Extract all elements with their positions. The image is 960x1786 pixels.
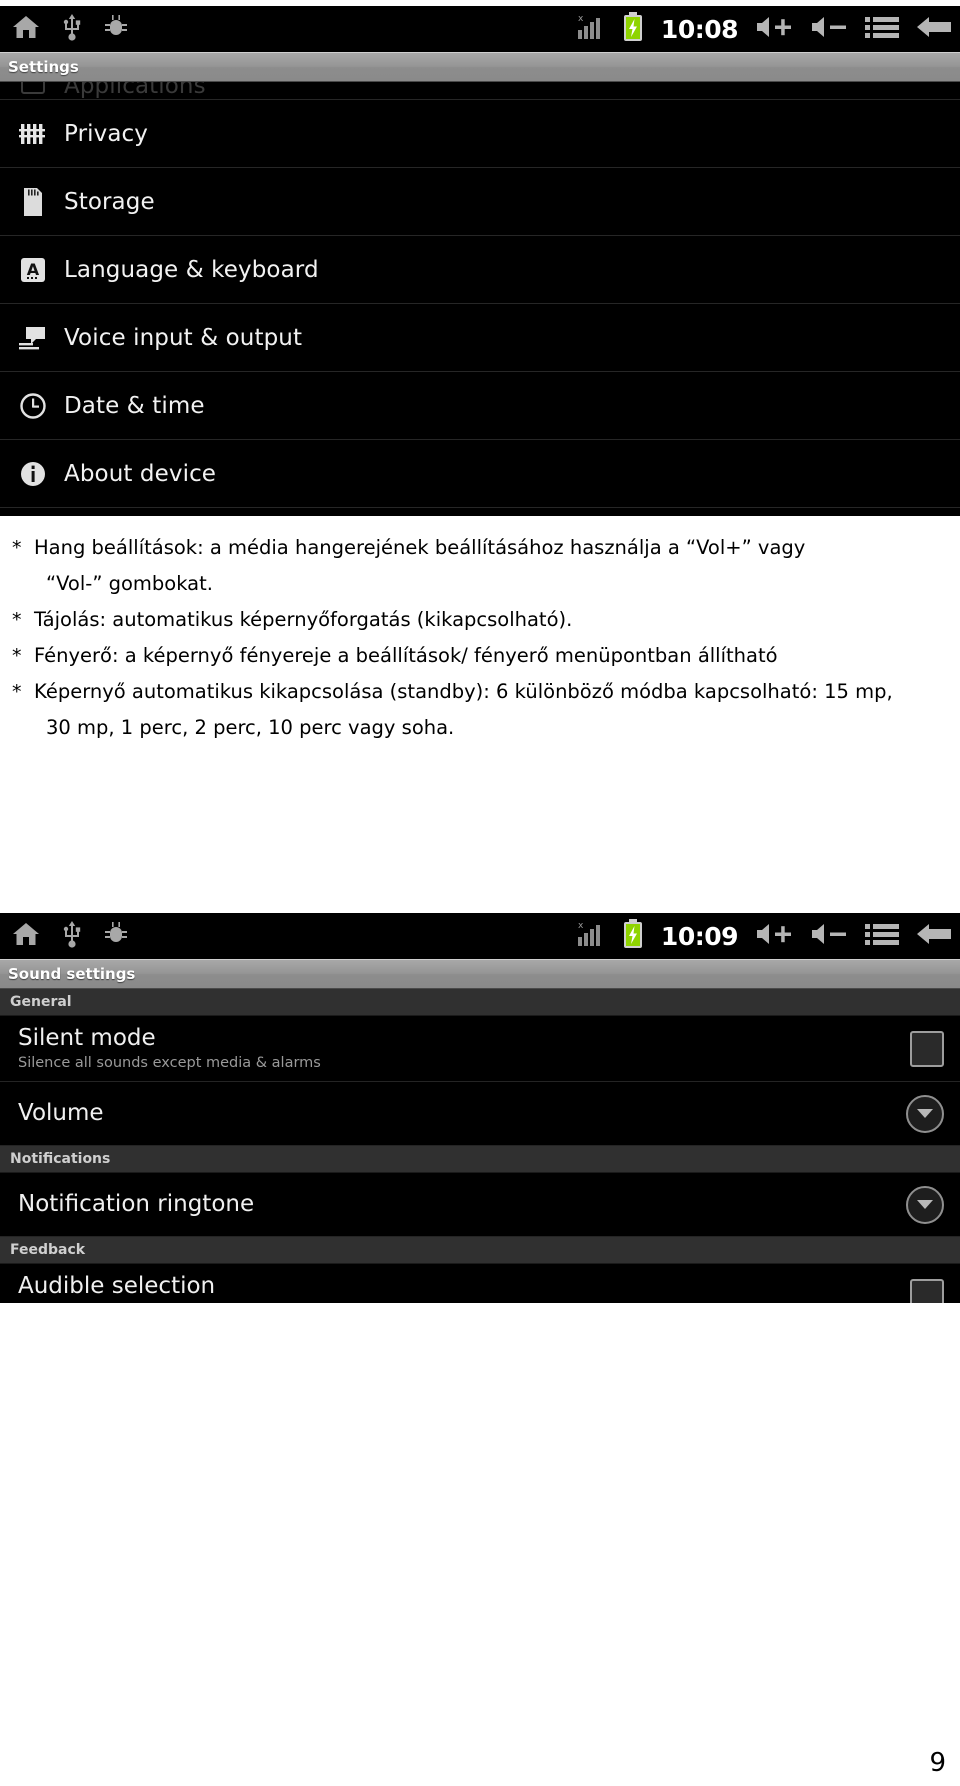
bullet-mark: * <box>12 681 22 703</box>
pref-row-volume[interactable]: Volume <box>0 1082 960 1146</box>
pref-text: Silent mode Silence all sounds except me… <box>18 1026 321 1071</box>
volume-down-icon[interactable] <box>810 921 848 952</box>
bullet-item: * Fényerő: a képernyő fényereje a beállí… <box>0 638 960 674</box>
settings-row-label: Privacy <box>64 120 148 147</box>
usb-icon[interactable] <box>62 13 82 46</box>
bullet-mark: * <box>12 537 22 559</box>
settings-row-label: About device <box>64 460 217 487</box>
svg-text:x: x <box>578 14 584 24</box>
silent-mode-checkbox[interactable] <box>910 1030 944 1067</box>
settings-screenshot: x 10:08 Settings Applications Privacy St… <box>0 6 960 516</box>
home-icon[interactable] <box>12 14 40 45</box>
pref-title: Silent mode <box>18 1024 156 1051</box>
bullet-mark: * <box>12 645 22 667</box>
bullet-mark: * <box>12 609 22 631</box>
bullet-text-continuation: 30 mp, 1 perc, 2 perc, 10 perc vagy soha… <box>46 716 455 739</box>
android-debug-icon[interactable] <box>104 14 128 45</box>
back-icon[interactable] <box>916 920 952 953</box>
svg-text:A: A <box>27 260 40 279</box>
status-bar-settings: x 10:08 <box>0 6 960 52</box>
settings-row-label: Language & keyboard <box>64 256 319 283</box>
chevron-down-icon <box>917 1200 933 1209</box>
usb-icon[interactable] <box>62 920 82 953</box>
status-bar-clock: 10:08 <box>660 14 739 44</box>
status-bar-clock: 10:09 <box>660 921 739 951</box>
sound-settings-title: Sound settings <box>8 965 136 983</box>
status-bar-right-icons: x 10:08 <box>577 6 952 52</box>
back-icon[interactable] <box>916 13 952 46</box>
bullet-item: * Hang beállítások: a média hangerejének… <box>0 530 960 566</box>
voice-input-output-icon <box>16 324 50 352</box>
section-header-feedback: Feedback <box>0 1237 960 1264</box>
android-debug-icon[interactable] <box>104 921 128 952</box>
section-header-general: General <box>0 989 960 1016</box>
pref-text: Audible selection Play sound when making… <box>18 1274 322 1303</box>
pref-row-silent-mode[interactable]: Silent mode Silence all sounds except me… <box>0 1016 960 1082</box>
svg-text:x: x <box>578 921 584 931</box>
settings-title: Settings <box>8 58 79 76</box>
volume-up-icon[interactable] <box>755 14 793 45</box>
volume-down-icon[interactable] <box>810 14 848 45</box>
volume-spinner-button[interactable] <box>906 1094 944 1133</box>
pref-row-notification-ringtone[interactable]: Notification ringtone <box>0 1173 960 1237</box>
pref-text: Volume <box>18 1101 104 1125</box>
bullet-item: * Tájolás: automatikus képernyőforgatás … <box>0 602 960 638</box>
privacy-icon <box>16 120 50 148</box>
menu-icon[interactable] <box>865 921 899 952</box>
notification-ringtone-spinner-button[interactable] <box>906 1185 944 1224</box>
signal-bars-no-service-icon: x <box>577 919 605 954</box>
page-number: 9 <box>929 1748 946 1778</box>
battery-charging-icon <box>622 918 644 954</box>
settings-row-voice-input-output[interactable]: Voice input & output <box>0 304 960 372</box>
chevron-down-icon <box>917 1109 933 1118</box>
settings-row-language-keyboard[interactable]: A Language & keyboard <box>0 236 960 304</box>
pref-title: Volume <box>18 1100 104 1127</box>
info-icon <box>16 460 50 488</box>
pref-title: Notification ringtone <box>18 1191 255 1218</box>
sound-settings-title-bar: Sound settings <box>0 959 960 989</box>
status-bar-right-icons: x 10:09 <box>577 913 952 959</box>
settings-row-storage[interactable]: Storage <box>0 168 960 236</box>
clock-icon <box>16 392 50 420</box>
bullet-text: Tájolás: automatikus képernyőforgatás (k… <box>34 608 573 631</box>
sound-settings-screenshot: x 10:09 Sound settings General Silent mo… <box>0 913 960 1303</box>
bullet-item: * Képernyő automatikus kikapcsolása (sta… <box>0 674 960 710</box>
status-bar-sound: x 10:09 <box>0 913 960 959</box>
status-bar-left-icons <box>0 13 128 46</box>
bullet-text-continuation: “Vol-” gombokat. <box>46 572 213 595</box>
language-keyboard-icon: A <box>16 256 50 284</box>
bullet-text: Képernyő automatikus kikapcsolása (stand… <box>34 680 893 703</box>
settings-title-bar: Settings <box>0 52 960 82</box>
pref-title: Audible selection <box>18 1272 216 1299</box>
pref-text: Notification ringtone <box>18 1192 254 1216</box>
storage-sdcard-icon <box>16 187 50 217</box>
settings-row-label: Date & time <box>64 392 205 419</box>
settings-list: Applications Privacy Storage A Language … <box>0 82 960 508</box>
settings-row-label: Voice input & output <box>64 324 303 351</box>
settings-row-applications[interactable]: Applications <box>0 82 960 100</box>
section-header-notifications: Notifications <box>0 1146 960 1173</box>
settings-row-about-device[interactable]: About device <box>0 440 960 508</box>
volume-up-icon[interactable] <box>755 921 793 952</box>
applications-icon <box>16 82 50 99</box>
settings-row-label: Applications <box>64 82 206 99</box>
bullet-text: Fényerő: a képernyő fényereje a beállítá… <box>34 644 778 667</box>
home-icon[interactable] <box>12 921 40 952</box>
battery-charging-icon <box>622 11 644 47</box>
pref-row-audible-selection[interactable]: Audible selection Play sound when making… <box>0 1264 960 1303</box>
settings-row-date-time[interactable]: Date & time <box>0 372 960 440</box>
signal-bars-no-service-icon: x <box>577 12 605 47</box>
audible-selection-checkbox[interactable] <box>910 1278 944 1303</box>
settings-row-label: Storage <box>64 188 155 215</box>
settings-row-privacy[interactable]: Privacy <box>0 100 960 168</box>
pref-subtitle: Silence all sounds except media & alarms <box>18 1055 321 1072</box>
body-text: * Hang beállítások: a média hangerejének… <box>0 530 960 746</box>
status-bar-left-icons <box>0 920 128 953</box>
bullet-text: Hang beállítások: a média hangerejének b… <box>34 536 806 559</box>
menu-icon[interactable] <box>865 14 899 45</box>
